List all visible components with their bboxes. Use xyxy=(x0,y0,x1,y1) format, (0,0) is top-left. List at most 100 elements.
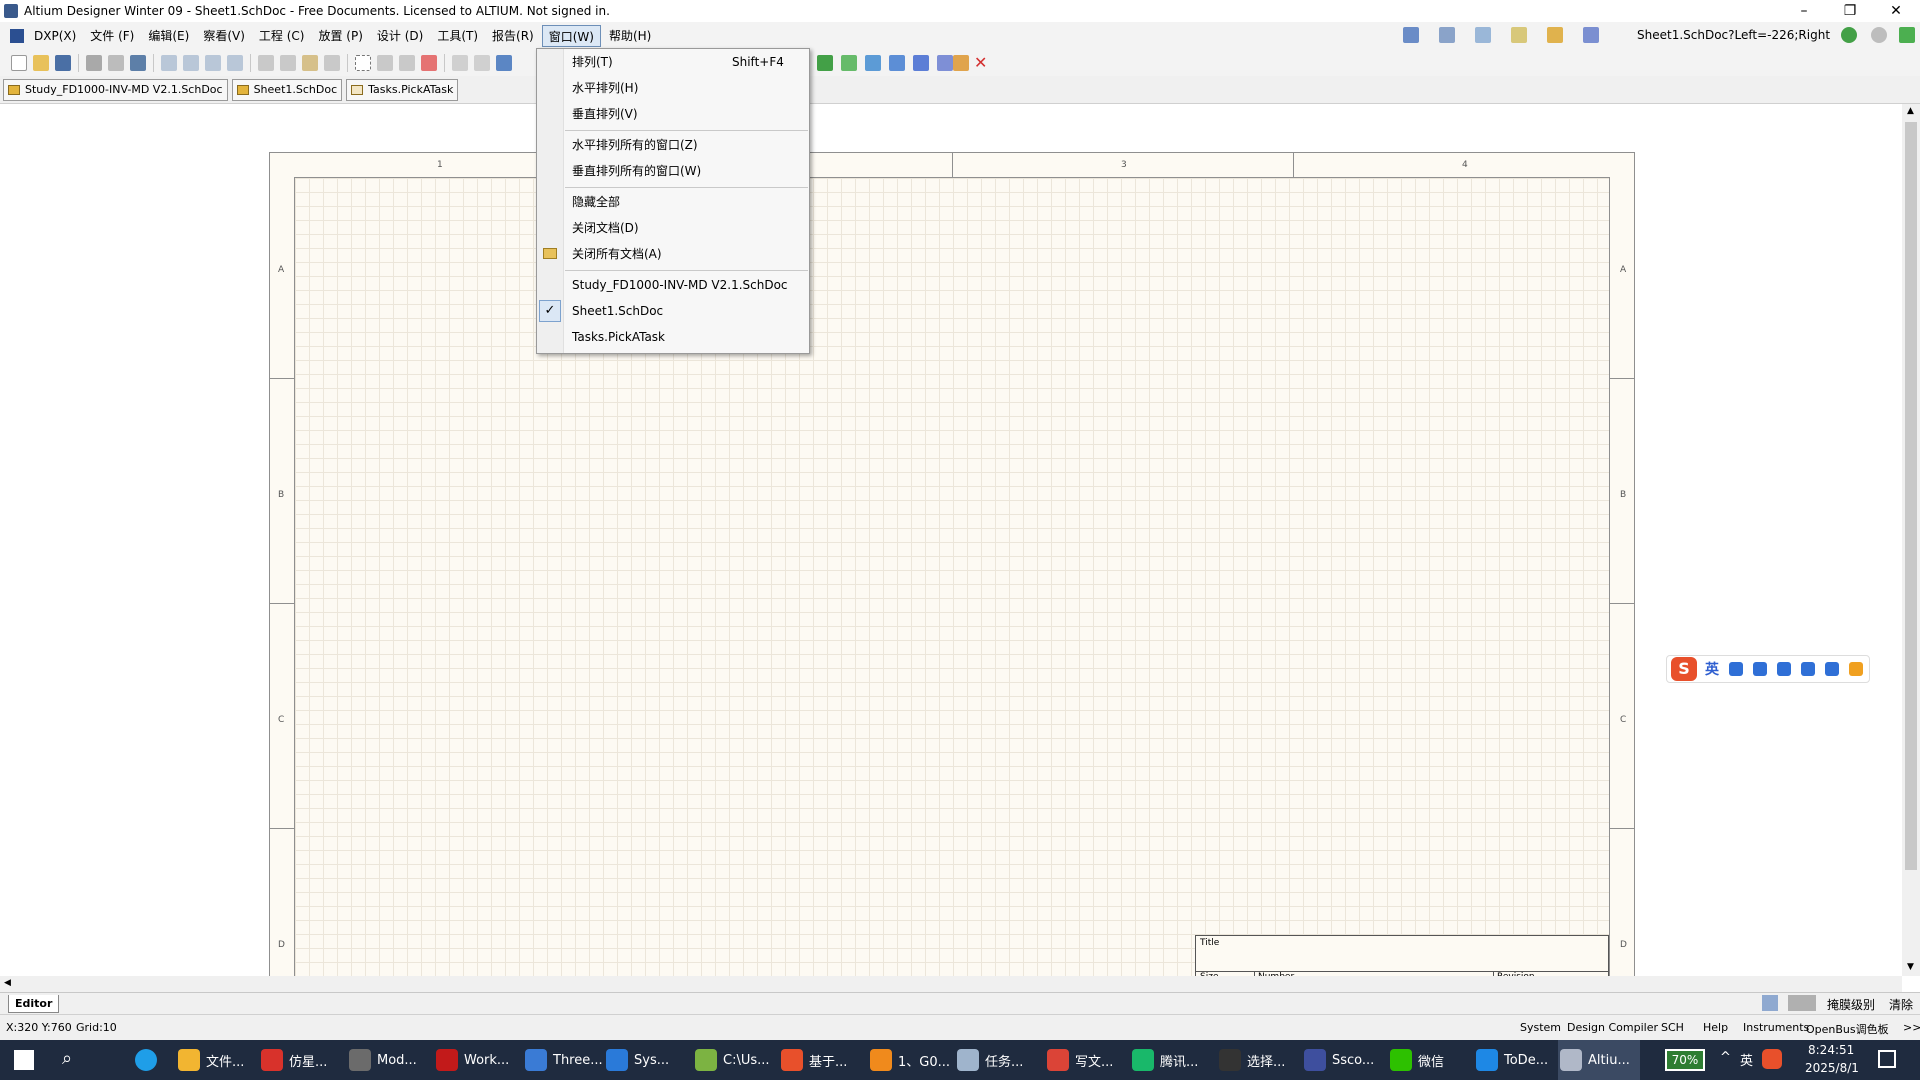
punctuation-icon[interactable] xyxy=(1729,662,1743,676)
panel-sch[interactable]: SCH xyxy=(1661,1021,1684,1034)
zoom-area-icon[interactable] xyxy=(183,55,199,71)
scroll-up-icon[interactable]: ▲ xyxy=(1907,106,1914,116)
skin-icon[interactable] xyxy=(1801,662,1815,676)
taskbar-app-button[interactable]: Ssco... xyxy=(1302,1040,1384,1080)
menu-file[interactable]: 文件 (F) xyxy=(84,25,140,47)
sogou-ime-bar[interactable]: S 英 xyxy=(1666,655,1870,683)
hierarchy-icon[interactable] xyxy=(496,55,512,71)
menu-item-arrange[interactable]: 排列(T) Shift+F4 xyxy=(537,50,809,74)
ime-language-toggle[interactable]: 英 xyxy=(1705,659,1719,679)
menu-reports[interactable]: 报告(R) xyxy=(486,25,540,47)
vertical-scroll-thumb[interactable] xyxy=(1905,122,1917,870)
panel-system[interactable]: System xyxy=(1520,1021,1561,1034)
menu-item-hide-all[interactable]: 隐藏全部 xyxy=(537,190,809,214)
schematic-sheet[interactable]: 1 3 4 A B C D A B C D xyxy=(269,152,1635,981)
taskbar-app-button[interactable]: 腾讯... xyxy=(1130,1040,1212,1080)
rubber-stamp-icon[interactable] xyxy=(324,55,340,71)
panel-openbus[interactable]: OpenBus调色板 xyxy=(1806,1021,1889,1037)
minimize-button[interactable]: – xyxy=(1781,0,1827,22)
input-language[interactable]: 英 xyxy=(1740,1050,1753,1069)
taskbar-app-button[interactable]: 写文... xyxy=(1045,1040,1127,1080)
menu-item-doc-sheet1[interactable]: ✓ Sheet1.SchDoc xyxy=(537,299,809,323)
taskbar-app-button[interactable]: 微信 xyxy=(1388,1040,1470,1080)
wire-tool-icon[interactable] xyxy=(1403,27,1419,43)
sheet-grid-area[interactable] xyxy=(294,177,1610,981)
menu-item-doc-study[interactable]: Study_FD1000-INV-MD V2.1.SchDoc xyxy=(537,273,809,297)
copy-icon[interactable] xyxy=(280,55,296,71)
clear-button[interactable]: 清除 xyxy=(1889,996,1913,1013)
harness-entry-icon[interactable] xyxy=(937,55,953,71)
scroll-down-icon[interactable]: ▼ xyxy=(1907,962,1914,972)
redo-icon[interactable] xyxy=(474,55,490,71)
panel-design-compiler[interactable]: Design Compiler xyxy=(1567,1021,1658,1034)
taskbar-app-button[interactable]: 基于... xyxy=(779,1040,861,1080)
cut-icon[interactable] xyxy=(258,55,274,71)
horizontal-scrollbar[interactable]: ◀ xyxy=(0,976,1902,992)
forward-icon[interactable] xyxy=(1871,27,1887,43)
paste-icon[interactable] xyxy=(302,55,318,71)
save-icon[interactable] xyxy=(55,55,71,71)
menu-design[interactable]: 设计 (D) xyxy=(371,25,429,47)
zoom-selected-icon[interactable] xyxy=(205,55,221,71)
power-tool-icon[interactable] xyxy=(1511,27,1527,43)
toolbox-icon[interactable] xyxy=(1825,662,1839,676)
signal-harness-icon[interactable] xyxy=(913,55,929,71)
home-icon[interactable] xyxy=(1899,27,1915,43)
taskbar-app-button[interactable]: ToDe... xyxy=(1474,1040,1556,1080)
doc-tab-tasks[interactable]: Tasks.PickATask xyxy=(346,78,459,101)
taskbar-app-button[interactable]: Three... xyxy=(523,1040,605,1080)
back-icon[interactable] xyxy=(1841,27,1857,43)
menu-place[interactable]: 放置 (P) xyxy=(312,25,368,47)
taskbar-app-button[interactable]: 任务... xyxy=(955,1040,1037,1080)
microphone-icon[interactable] xyxy=(1753,662,1767,676)
close-button[interactable]: ✕ xyxy=(1873,0,1919,22)
print-icon[interactable] xyxy=(86,55,102,71)
clock-time[interactable]: 8:24:51 xyxy=(1808,1043,1854,1057)
menu-item-tile-all-horizontal[interactable]: 水平排列所有的窗口(Z) xyxy=(537,133,809,157)
battery-indicator[interactable]: 70% xyxy=(1665,1049,1705,1071)
maximize-button[interactable]: ❐ xyxy=(1827,0,1873,22)
schematic-workspace[interactable]: 1 3 4 A B C D A B C D xyxy=(0,104,1902,981)
menu-tools[interactable]: 工具(T) xyxy=(431,25,484,47)
menu-item-doc-tasks[interactable]: Tasks.PickATask xyxy=(537,325,809,349)
menu-item-close-document[interactable]: 关闭文档(D) xyxy=(537,216,809,240)
taskbar-app-button[interactable]: Altiu... xyxy=(1558,1040,1640,1080)
scroll-left-icon[interactable]: ◀ xyxy=(4,978,11,988)
taskbar-app-button[interactable]: 选择... xyxy=(1217,1040,1299,1080)
notification-icon[interactable] xyxy=(1878,1050,1896,1068)
menu-project[interactable]: 工程 (C) xyxy=(253,25,311,47)
ground-tool-icon[interactable] xyxy=(1475,27,1491,43)
clock-date[interactable]: 2025/8/1 xyxy=(1805,1061,1859,1075)
search-icon[interactable]: ⌕ xyxy=(62,1048,72,1069)
deselect-icon[interactable] xyxy=(399,55,415,71)
open-icon[interactable] xyxy=(33,55,49,71)
panel-instruments[interactable]: Instruments xyxy=(1743,1021,1809,1034)
filter-icon[interactable] xyxy=(1788,995,1816,1011)
taskbar-app-button[interactable]: Work... xyxy=(434,1040,516,1080)
sheet-symbol-icon[interactable] xyxy=(817,55,833,71)
port-tool-icon[interactable] xyxy=(1547,27,1563,43)
menu-edit[interactable]: 编辑(E) xyxy=(142,25,195,47)
keyboard-icon[interactable] xyxy=(1777,662,1791,676)
harness-icon[interactable] xyxy=(889,55,905,71)
taskbar-app-button[interactable]: Mod... xyxy=(347,1040,429,1080)
menu-window[interactable]: 窗口(W) xyxy=(541,25,601,47)
port-icon[interactable] xyxy=(953,55,969,71)
panel-help[interactable]: Help xyxy=(1703,1021,1728,1034)
sogou-logo-icon[interactable]: S xyxy=(1671,657,1697,681)
mask-level-button[interactable]: 掩膜级别 xyxy=(1827,996,1875,1013)
menu-item-close-all-documents[interactable]: 关闭所有文档(A) xyxy=(537,242,809,266)
sogou-tray-icon[interactable] xyxy=(1762,1049,1782,1069)
location-field[interactable]: Sheet1.SchDoc?Left=-226;Right xyxy=(1637,28,1830,42)
taskbar-app-button[interactable]: 仿星... xyxy=(259,1040,341,1080)
sheet-entry-icon[interactable] xyxy=(841,55,857,71)
menu-view[interactable]: 察看(V) xyxy=(197,25,251,47)
zoom-fit-icon[interactable] xyxy=(161,55,177,71)
open-device-icon[interactable] xyxy=(130,55,146,71)
menu-dxp[interactable]: DXP(X) xyxy=(28,25,82,47)
menu-item-tile-vertical[interactable]: 垂直排列(V) xyxy=(537,102,809,126)
windows-start-icon[interactable] xyxy=(14,1050,34,1070)
clear-filter-icon[interactable] xyxy=(421,55,437,71)
extra-icon[interactable] xyxy=(1849,662,1863,676)
doc-tab-study[interactable]: Study_FD1000-INV-MD V2.1.SchDoc xyxy=(3,78,228,101)
